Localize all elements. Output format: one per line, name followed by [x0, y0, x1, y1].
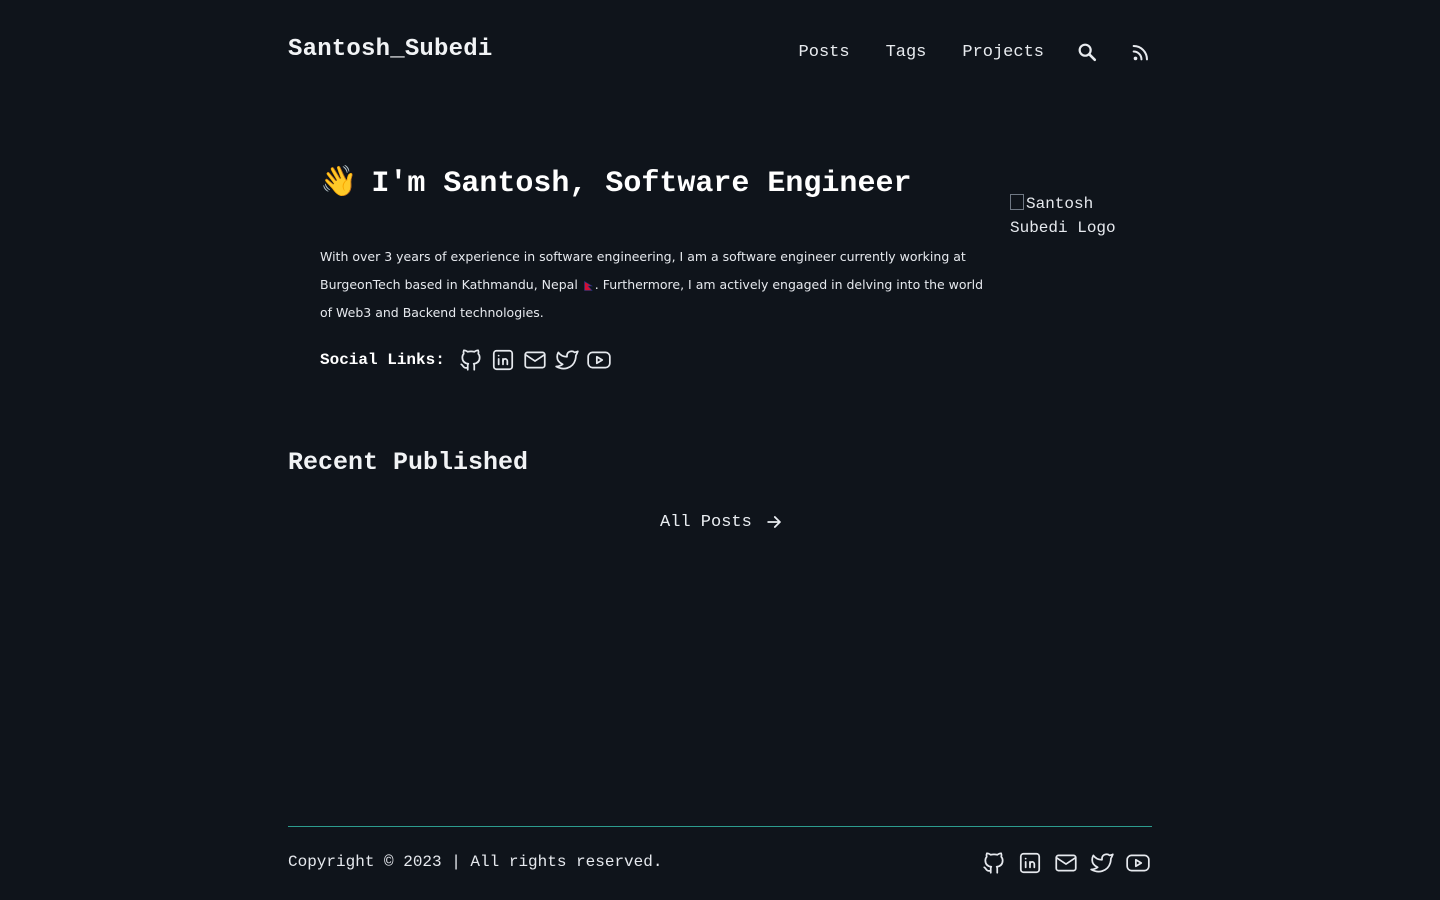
github-icon[interactable]	[457, 346, 485, 374]
recent-published-heading: Recent Published	[288, 448, 529, 477]
hero-description: With over 3 years of experience in softw…	[320, 243, 990, 327]
logo-alt-text: Santosh Subedi Logo	[1010, 195, 1116, 237]
profile-logo-image: Santosh Subedi Logo	[1010, 192, 1150, 240]
mail-icon[interactable]	[521, 346, 549, 374]
social-links-label: Social Links:	[320, 351, 445, 369]
page: Santosh_Subedi Posts Tags Projects 👋 I'm …	[0, 0, 1440, 900]
nav-projects[interactable]: Projects	[962, 43, 1044, 62]
all-posts-link[interactable]: All Posts	[660, 512, 784, 532]
hero-title-text: I'm Santosh, Software Engineer	[371, 167, 912, 201]
social-links: Social Links:	[320, 346, 617, 374]
linkedin-icon[interactable]	[1016, 849, 1044, 877]
youtube-icon[interactable]	[1124, 849, 1152, 877]
rss-icon[interactable]	[1130, 41, 1152, 63]
hero-title: 👋 I'm Santosh, Software Engineer	[320, 164, 911, 201]
broken-image-icon	[1010, 194, 1024, 210]
linkedin-icon[interactable]	[489, 346, 517, 374]
nepal-flag-icon	[583, 280, 593, 291]
mail-icon[interactable]	[1052, 849, 1080, 877]
github-icon[interactable]	[980, 849, 1008, 877]
twitter-icon[interactable]	[553, 346, 581, 374]
footer-divider	[288, 826, 1152, 827]
waving-hand-emoji: 👋	[320, 167, 358, 201]
search-icon[interactable]	[1076, 41, 1098, 63]
nav-posts[interactable]: Posts	[799, 43, 850, 62]
all-posts-label: All Posts	[660, 512, 752, 532]
copyright-text: Copyright © 2023 | All rights reserved.	[288, 853, 663, 871]
arrow-right-icon	[767, 516, 781, 528]
youtube-icon[interactable]	[585, 346, 613, 374]
footer-social-links	[972, 849, 1152, 877]
twitter-icon[interactable]	[1088, 849, 1116, 877]
site-title-link[interactable]: Santosh_Subedi	[288, 36, 492, 63]
nav-tags[interactable]: Tags	[886, 43, 927, 62]
main-nav: Posts Tags Projects	[763, 40, 1152, 64]
